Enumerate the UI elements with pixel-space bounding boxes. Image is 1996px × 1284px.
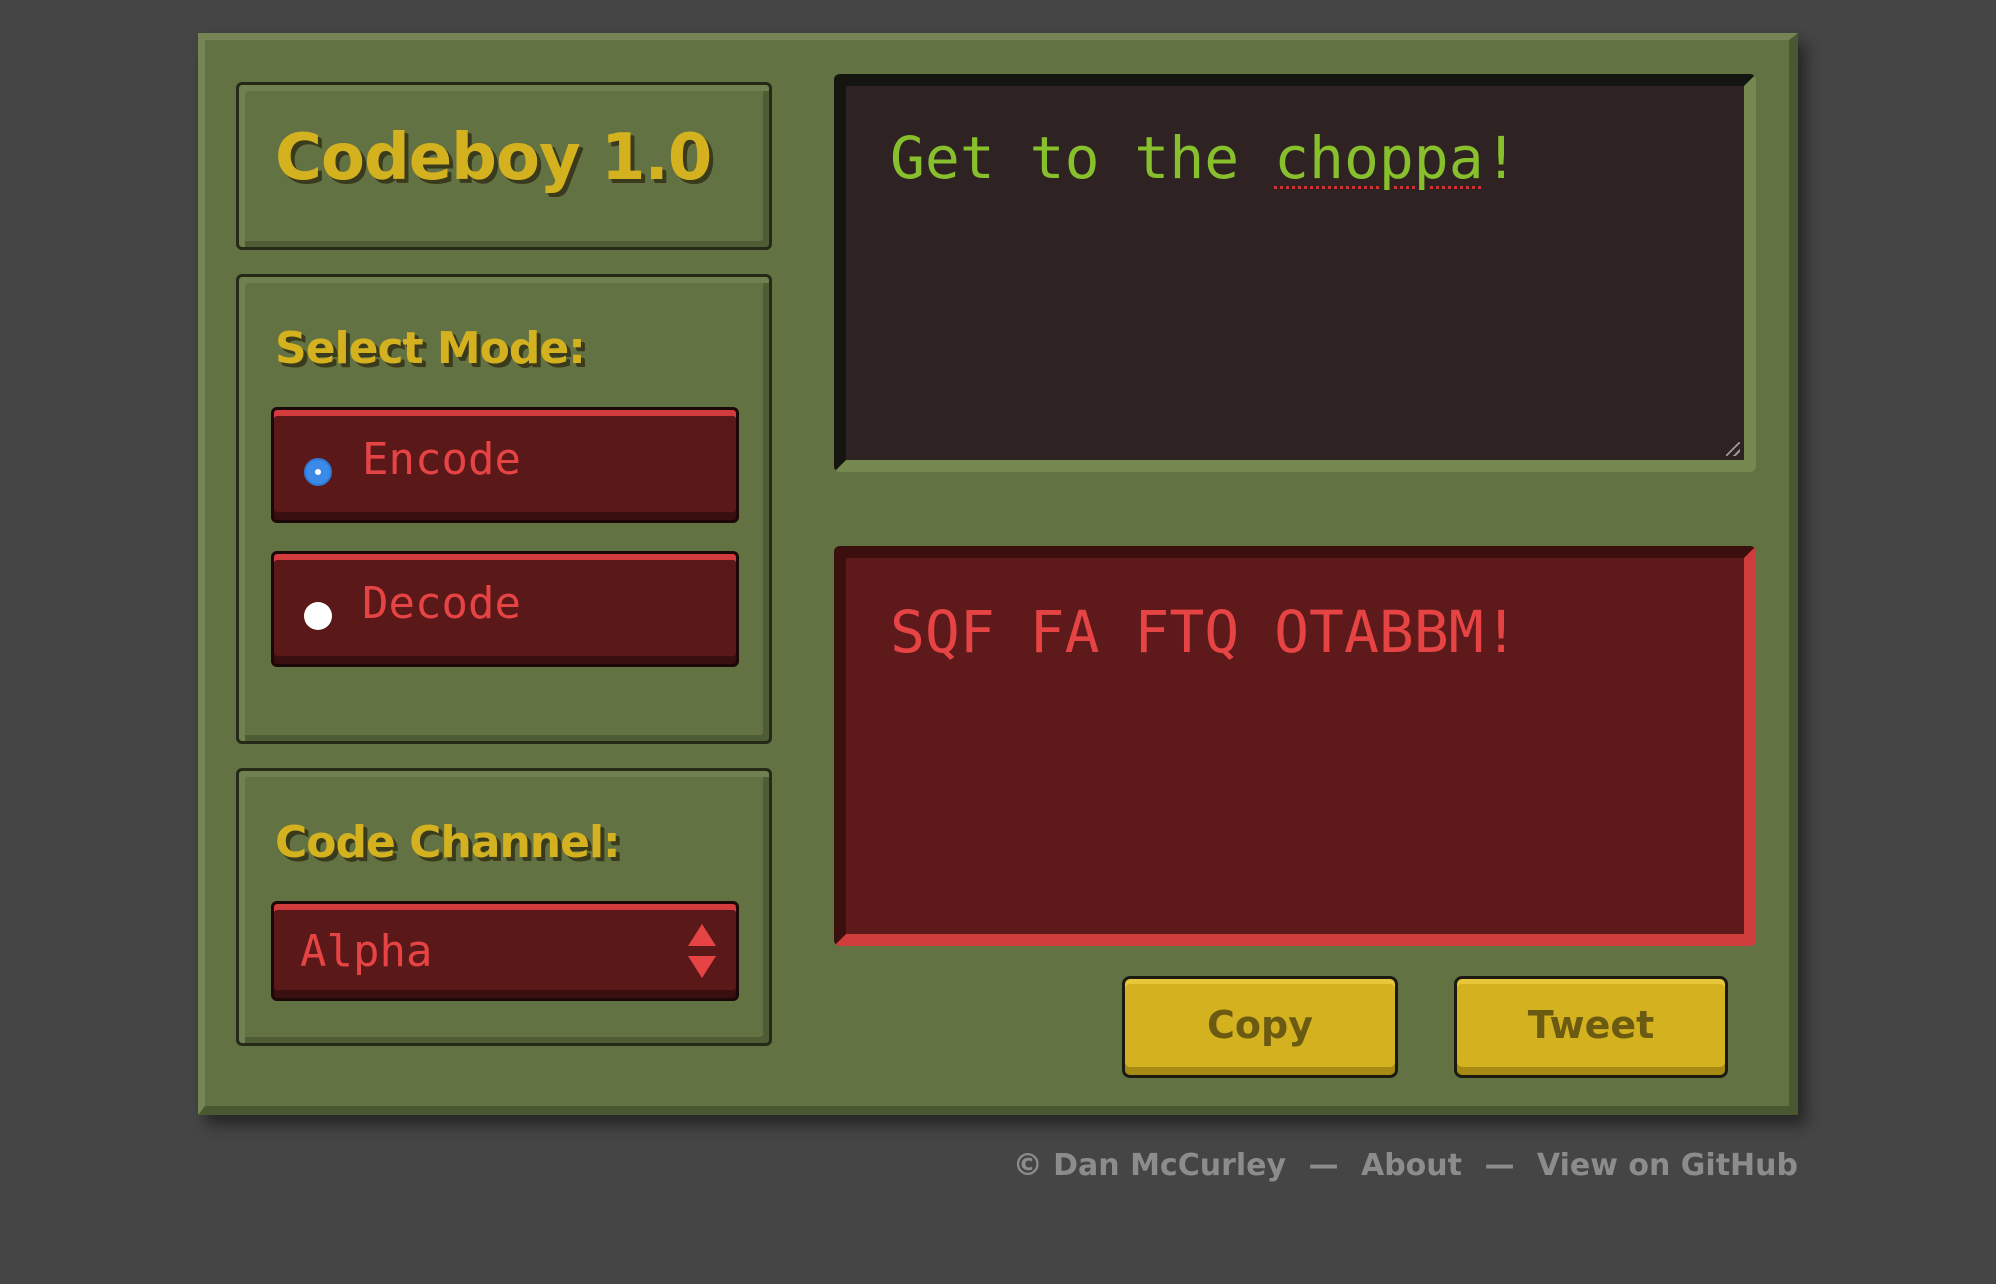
output-display: SQF FA FTQ OTABBM! <box>834 546 1756 946</box>
app-title: Codeboy 1.0 <box>275 121 712 195</box>
arrow-up-icon <box>688 924 716 946</box>
about-link[interactable]: About <box>1361 1148 1462 1183</box>
select-arrows-icon <box>686 924 716 982</box>
channel-heading: Code Channel: <box>275 817 621 868</box>
channel-select-value: Alpha <box>300 926 433 977</box>
tweet-button[interactable]: Tweet <box>1454 976 1728 1078</box>
misspelled-word: choppa <box>1274 124 1484 192</box>
message-input-text: Get to the choppa! <box>890 124 1519 192</box>
decode-radio-indicator[interactable] <box>304 602 332 630</box>
footer: © Dan McCurley — About — View on GitHub <box>1013 1148 1798 1183</box>
footer-separator: — <box>1484 1148 1515 1183</box>
arrow-down-icon <box>688 956 716 978</box>
encode-radio-button[interactable]: Encode <box>271 407 739 523</box>
channel-select[interactable]: Alpha <box>271 901 739 1001</box>
resize-grip-icon[interactable] <box>1726 442 1740 456</box>
decode-label: Decode <box>362 578 521 629</box>
message-input[interactable]: Get to the choppa! <box>834 74 1756 472</box>
title-panel: Codeboy 1.0 <box>236 82 772 250</box>
encode-label: Encode <box>362 434 521 485</box>
mode-heading: Select Mode: <box>275 323 586 374</box>
channel-panel: Code Channel: Alpha <box>236 768 772 1046</box>
github-link[interactable]: View on GitHub <box>1537 1148 1798 1183</box>
footer-separator: — <box>1308 1148 1339 1183</box>
encode-radio-indicator[interactable] <box>304 458 332 486</box>
copyright-text: © Dan McCurley <box>1012 1148 1287 1183</box>
output-text: SQF FA FTQ OTABBM! <box>890 598 1519 666</box>
copy-button[interactable]: Copy <box>1122 976 1398 1078</box>
mode-panel: Select Mode: Encode Decode <box>236 274 772 744</box>
decode-radio-button[interactable]: Decode <box>271 551 739 667</box>
